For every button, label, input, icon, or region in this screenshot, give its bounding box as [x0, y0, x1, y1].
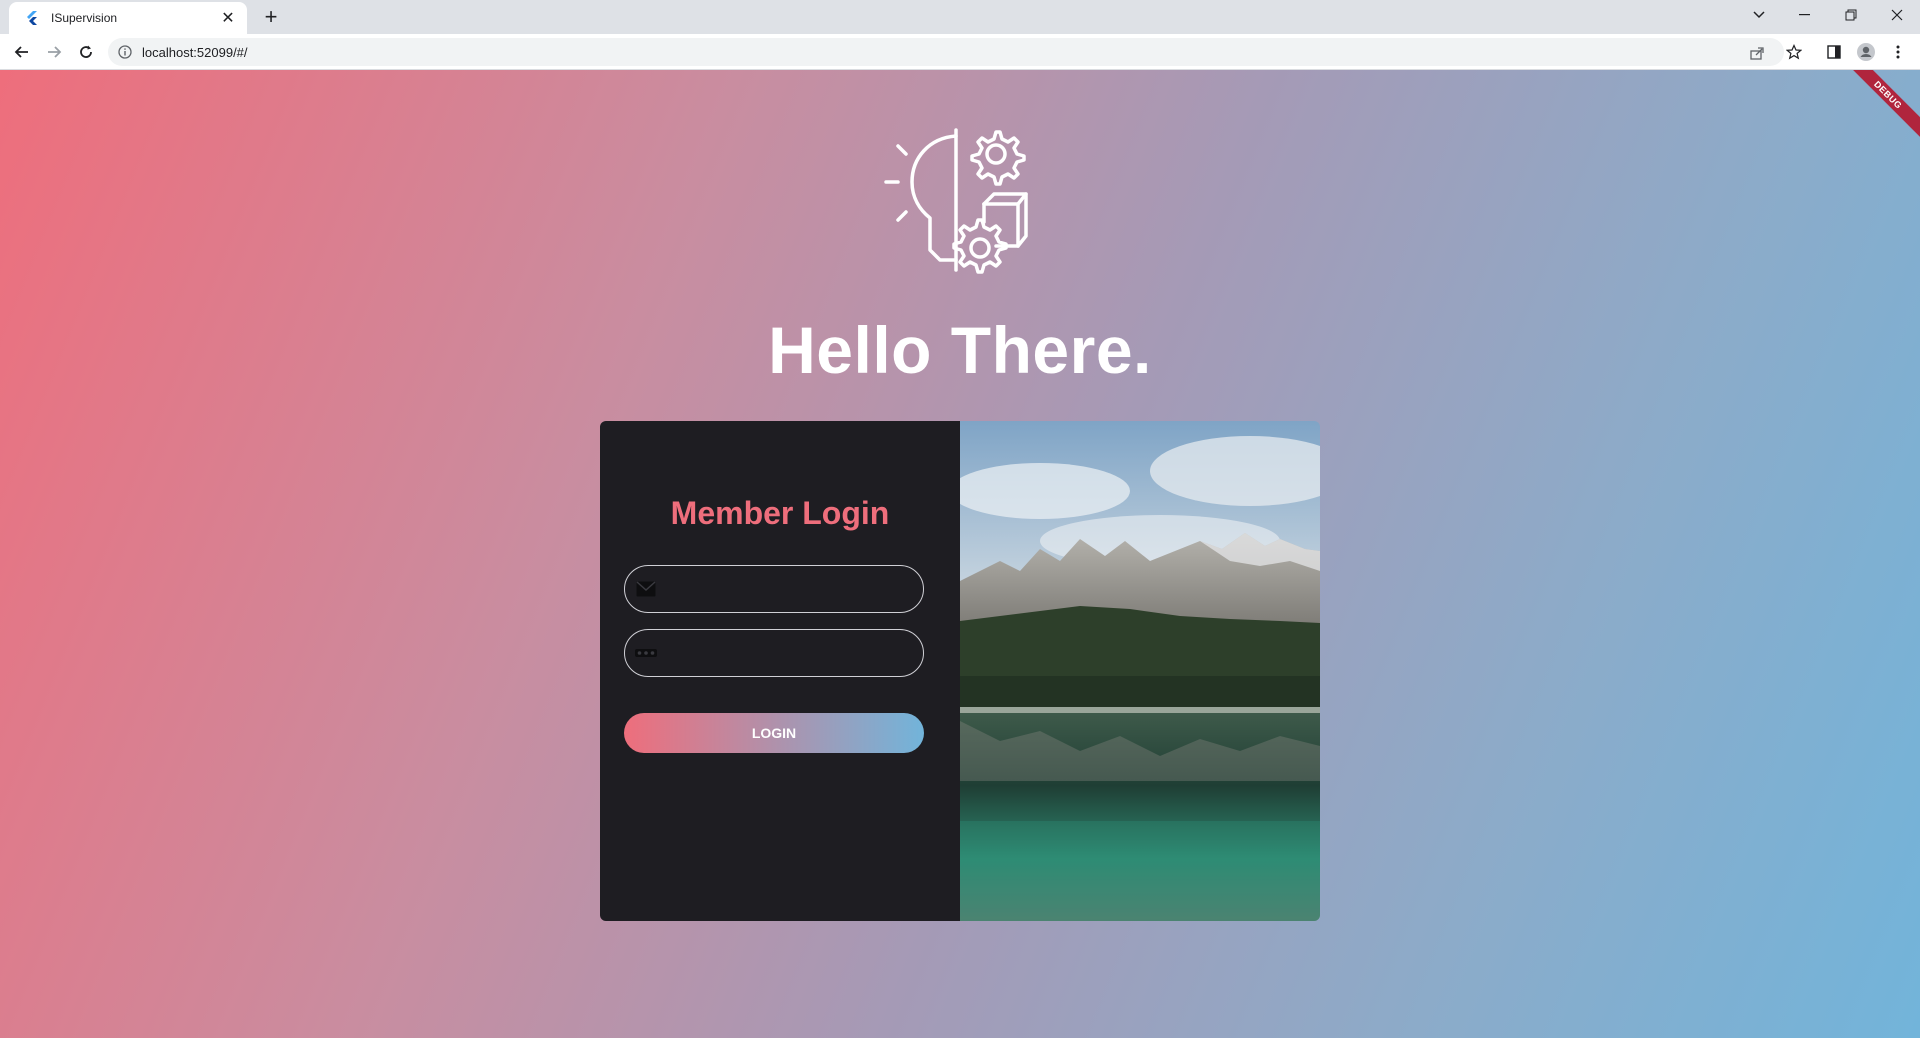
info-icon[interactable] [118, 45, 132, 59]
side-panel-icon[interactable] [1820, 38, 1848, 66]
password-field[interactable] [624, 629, 924, 677]
profile-avatar-icon[interactable] [1852, 38, 1880, 66]
email-field[interactable] [624, 565, 924, 613]
share-icon[interactable] [1746, 42, 1768, 64]
browser-tab[interactable]: ISupervision ✕ [9, 2, 247, 34]
url-text: localhost:52099/#/ [142, 44, 248, 60]
debug-banner: DEBUG [1840, 70, 1920, 143]
bookmark-star-icon[interactable] [1780, 38, 1808, 66]
login-button[interactable]: LOGIN [624, 713, 924, 753]
new-tab-button[interactable]: + [258, 4, 284, 30]
forward-button[interactable] [40, 38, 68, 66]
address-bar[interactable]: localhost:52099/#/ [108, 38, 1784, 66]
mail-icon [635, 580, 657, 598]
login-card: Member Login LOGIN [600, 421, 1320, 921]
close-tab-icon[interactable]: ✕ [219, 8, 237, 28]
login-title: Member Login [670, 495, 890, 531]
tab-search-icon[interactable] [1736, 0, 1782, 30]
tab-title: ISupervision [51, 11, 118, 25]
browser-toolbar: localhost:52099/#/ [0, 34, 1920, 70]
email-input[interactable] [665, 579, 923, 599]
password-input[interactable] [665, 643, 923, 663]
restore-button[interactable] [1828, 0, 1874, 30]
close-window-button[interactable] [1874, 0, 1920, 30]
reload-button[interactable] [72, 38, 100, 66]
lake-mountain-photo [950, 421, 1320, 921]
back-button[interactable] [8, 38, 36, 66]
hero-heading: Hello There. [768, 313, 1152, 387]
flutter-icon [27, 11, 37, 25]
minimize-button[interactable] [1782, 0, 1828, 30]
login-panel: Member Login LOGIN [600, 421, 960, 921]
innovation-logo-icon [884, 128, 1028, 274]
landscape-image [950, 421, 1320, 921]
app-viewport: DEBUG Hello There. Member Login LOGIN [0, 70, 1920, 1038]
menu-kebab-icon[interactable] [1884, 38, 1912, 66]
password-dots-icon [635, 644, 657, 662]
browser-tab-strip: ISupervision ✕ + [0, 0, 1920, 34]
